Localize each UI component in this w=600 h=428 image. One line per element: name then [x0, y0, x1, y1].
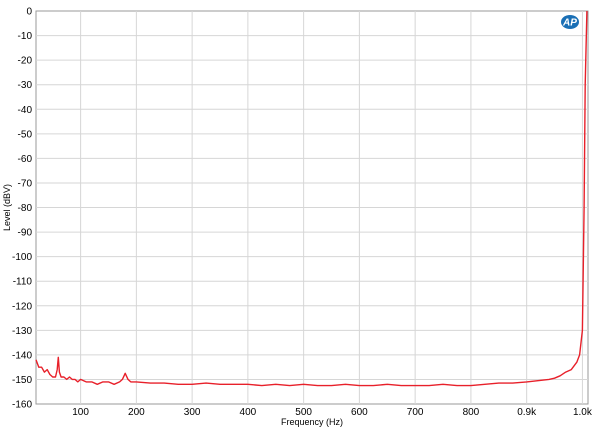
- y-axis-title: Level (dBV): [2, 184, 12, 231]
- y-tick-label: -120: [12, 301, 32, 312]
- y-tick-label: -40: [18, 105, 33, 116]
- x-axis-title: Frequency (Hz): [281, 417, 343, 427]
- y-tick-label: -90: [18, 228, 33, 239]
- logo-text: AP: [562, 18, 577, 29]
- y-tick-label: -100: [12, 252, 32, 263]
- y-tick-label: -20: [18, 56, 33, 67]
- y-tick-label: -50: [18, 129, 33, 140]
- x-tick-label: 1.0k: [573, 407, 593, 418]
- x-tick-label: 300: [184, 407, 201, 418]
- y-tick-label: -60: [18, 154, 33, 165]
- y-tick-label: -140: [12, 350, 32, 361]
- y-tick-label: -110: [13, 277, 33, 288]
- x-tick-label: 0.9k: [517, 407, 537, 418]
- y-tick-label: -150: [12, 375, 32, 386]
- x-tick-label: 200: [128, 407, 145, 418]
- x-tick-label: 600: [351, 407, 368, 418]
- y-tick-label: 0: [26, 7, 32, 18]
- chart-canvas: 0 -10 -20 -30 -40 -50 -60 -70 -80 -90 -100 -110 -120…: [2, 7, 593, 428]
- y-tick-label: -160: [12, 400, 32, 411]
- x-tick-label: 800: [463, 407, 480, 418]
- y-tick-label: -70: [18, 178, 33, 189]
- spectrum-chart: 0 -10 -20 -30 -40 -50 -60 -70 -80 -90 -100 -110 -120…: [0, 0, 600, 428]
- x-tick-label: 700: [407, 407, 424, 418]
- y-tick-label: -30: [18, 80, 33, 91]
- y-tick-label: -130: [12, 326, 32, 337]
- x-tick-label: 100: [72, 407, 89, 418]
- y-tick-labels: 0 -10 -20 -30 -40 -50 -60 -70 -80 -90 -100 -110 -120…: [12, 7, 32, 411]
- x-tick-label: 400: [240, 407, 257, 418]
- y-tick-label: -80: [18, 203, 33, 214]
- ap-logo-icon: AP: [561, 15, 579, 29]
- y-tick-label: -10: [18, 31, 33, 42]
